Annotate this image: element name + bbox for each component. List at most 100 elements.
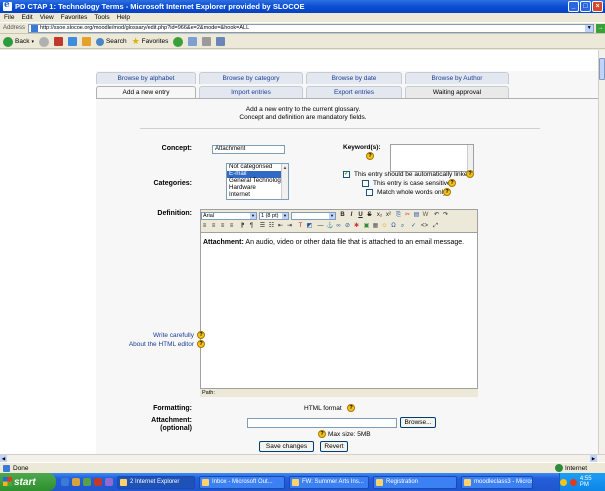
address-dropdown-icon[interactable]: ▼	[585, 24, 594, 32]
size-select[interactable]: 1 (8 pt) ▼	[259, 212, 289, 220]
paste-icon[interactable]: ▤	[413, 212, 420, 219]
font-select[interactable]: Arial ▼	[201, 212, 257, 220]
cut-icon[interactable]: ✂	[404, 212, 411, 219]
media-icon[interactable]	[173, 36, 184, 47]
spellcheck-icon[interactable]: ✓	[410, 223, 417, 230]
align-center-icon[interactable]: ≡	[210, 223, 217, 230]
mail-icon[interactable]	[188, 37, 198, 46]
back-button[interactable]: Back ▾	[3, 36, 34, 47]
align-left-icon[interactable]: ≡	[201, 223, 208, 230]
nolink-icon[interactable]: ✱	[353, 223, 360, 230]
menu-file[interactable]: File	[4, 14, 14, 21]
rtl-icon[interactable]: ¶	[248, 223, 255, 230]
editor-body[interactable]: Attachment: An audio, video or other dat…	[203, 239, 473, 248]
browse-button[interactable]: Browse...	[400, 417, 436, 428]
tab-add-entry[interactable]: Add a new entry	[96, 86, 196, 98]
print-icon[interactable]	[202, 37, 212, 46]
categories-scrollbar[interactable]: ▲	[281, 164, 288, 199]
home-icon[interactable]	[81, 37, 91, 46]
close-button[interactable]: ×	[592, 1, 603, 12]
bold-icon[interactable]: B	[339, 212, 346, 219]
text-color-icon[interactable]: T	[297, 223, 304, 230]
tab-waiting-approval[interactable]: Waiting approval	[405, 86, 509, 98]
stop-icon[interactable]	[53, 37, 63, 46]
unordered-list-icon[interactable]: ☷	[268, 223, 275, 230]
page-scroll-thumb[interactable]	[599, 58, 605, 80]
revert-button[interactable]: Revert	[320, 441, 348, 452]
tab-export-entries[interactable]: Export entries	[306, 86, 402, 98]
superscript-icon[interactable]: x²	[385, 212, 392, 219]
write-carefully-help-icon[interactable]: ?	[197, 331, 205, 339]
image-icon[interactable]: ▣	[363, 223, 370, 230]
max-size-help-icon[interactable]: ?	[318, 430, 326, 438]
window-title-bar[interactable]: PD CTAP 1: Technology Terms - Microsoft …	[0, 0, 605, 13]
autolink-help-icon[interactable]: ?	[466, 170, 474, 178]
scroll-up-icon[interactable]: ▲	[282, 164, 288, 171]
tray-icon[interactable]	[559, 478, 567, 486]
underline-icon[interactable]: U	[357, 212, 364, 219]
minimize-button[interactable]: _	[568, 1, 579, 12]
desktop-quicklaunch-icon[interactable]	[83, 478, 91, 486]
ie-quicklaunch-icon[interactable]	[61, 478, 69, 486]
go-button[interactable]: →	[596, 23, 605, 33]
unlink-icon[interactable]: ⊘	[344, 223, 351, 230]
forward-arrow-icon[interactable]	[38, 36, 49, 47]
taskbar-item-ie[interactable]: 2 Internet Explorer	[117, 475, 195, 489]
about-editor-link[interactable]: About the HTML editor	[120, 341, 194, 348]
page-vertical-scrollbar[interactable]	[598, 50, 605, 454]
case-sensitive-checkbox[interactable]	[362, 180, 369, 187]
keywords-textarea[interactable]	[390, 144, 474, 172]
attachment-file-input[interactable]	[247, 418, 397, 428]
outlook-quicklaunch-icon[interactable]	[72, 478, 80, 486]
maximize-button[interactable]: □	[580, 1, 591, 12]
background-color-icon[interactable]: ◩	[306, 223, 313, 230]
special-char-icon[interactable]: Ω	[390, 223, 397, 230]
menu-tools[interactable]: Tools	[94, 14, 109, 21]
autolink-checkbox[interactable]: ✓	[343, 171, 350, 178]
keywords-help-icon[interactable]: ?	[366, 152, 374, 160]
write-carefully-link[interactable]: Write carefully	[146, 332, 194, 339]
formatting-help-icon[interactable]: ?	[347, 404, 355, 412]
menu-view[interactable]: View	[40, 14, 54, 21]
app-quicklaunch-icon[interactable]	[94, 478, 102, 486]
style-select[interactable]: ▼	[291, 212, 336, 220]
fullscreen-icon[interactable]: ⤢	[432, 223, 439, 230]
tab-browse-alphabet[interactable]: Browse by alphabet	[96, 72, 196, 84]
menu-help[interactable]: Help	[117, 14, 130, 21]
copy-icon[interactable]: ⎘	[395, 212, 402, 219]
favorites-button[interactable]: ★ Favorites	[132, 36, 169, 47]
redo-icon[interactable]: ↷	[442, 212, 449, 219]
page-horizontal-scrollbar[interactable]: ◀ ▶	[0, 454, 605, 462]
outdent-icon[interactable]: ⇤	[277, 223, 284, 230]
align-right-icon[interactable]: ≡	[219, 223, 226, 230]
taskbar-item-moodleclass[interactable]: moodleclass3 - Micros...	[461, 475, 533, 489]
subscript-icon[interactable]: x₂	[376, 212, 383, 219]
media-quicklaunch-icon[interactable]	[105, 478, 113, 486]
ordered-list-icon[interactable]: ☰	[259, 223, 266, 230]
justify-icon[interactable]: ≡	[228, 223, 235, 230]
anchor-icon[interactable]: ⚓	[326, 223, 333, 230]
undo-icon[interactable]: ↶	[433, 212, 440, 219]
concept-input[interactable]: Attachment	[212, 145, 285, 154]
refresh-icon[interactable]	[67, 37, 77, 46]
tab-import-entries[interactable]: Import entries	[199, 86, 303, 98]
html-source-icon[interactable]: <>	[421, 223, 428, 230]
start-button[interactable]: start	[0, 473, 56, 491]
scroll-right-icon[interactable]: ▶	[590, 455, 597, 462]
menu-edit[interactable]: Edit	[21, 14, 32, 21]
keywords-scrollbar[interactable]	[467, 145, 473, 171]
html-editor[interactable]	[200, 209, 478, 397]
clean-word-icon[interactable]: W	[422, 212, 429, 219]
link-icon[interactable]: ∞	[335, 223, 342, 230]
categories-listbox[interactable]: Not categorised E-mail General Technolog…	[226, 163, 289, 200]
tab-browse-author[interactable]: Browse by Author	[405, 72, 509, 84]
whole-words-checkbox[interactable]	[366, 189, 373, 196]
category-option[interactable]: Internet	[227, 191, 288, 199]
menu-favorites[interactable]: Favorites	[61, 14, 88, 21]
strikethrough-icon[interactable]: S	[366, 212, 373, 219]
taskbar-item-registration[interactable]: Registration	[373, 475, 457, 489]
horizontal-rule-icon[interactable]: —	[317, 223, 324, 230]
taskbar-item-fw-email[interactable]: FW: Summer Arts Ins...	[289, 475, 369, 489]
tray-icon[interactable]	[569, 478, 577, 486]
ltr-icon[interactable]: ⁋	[239, 223, 246, 230]
